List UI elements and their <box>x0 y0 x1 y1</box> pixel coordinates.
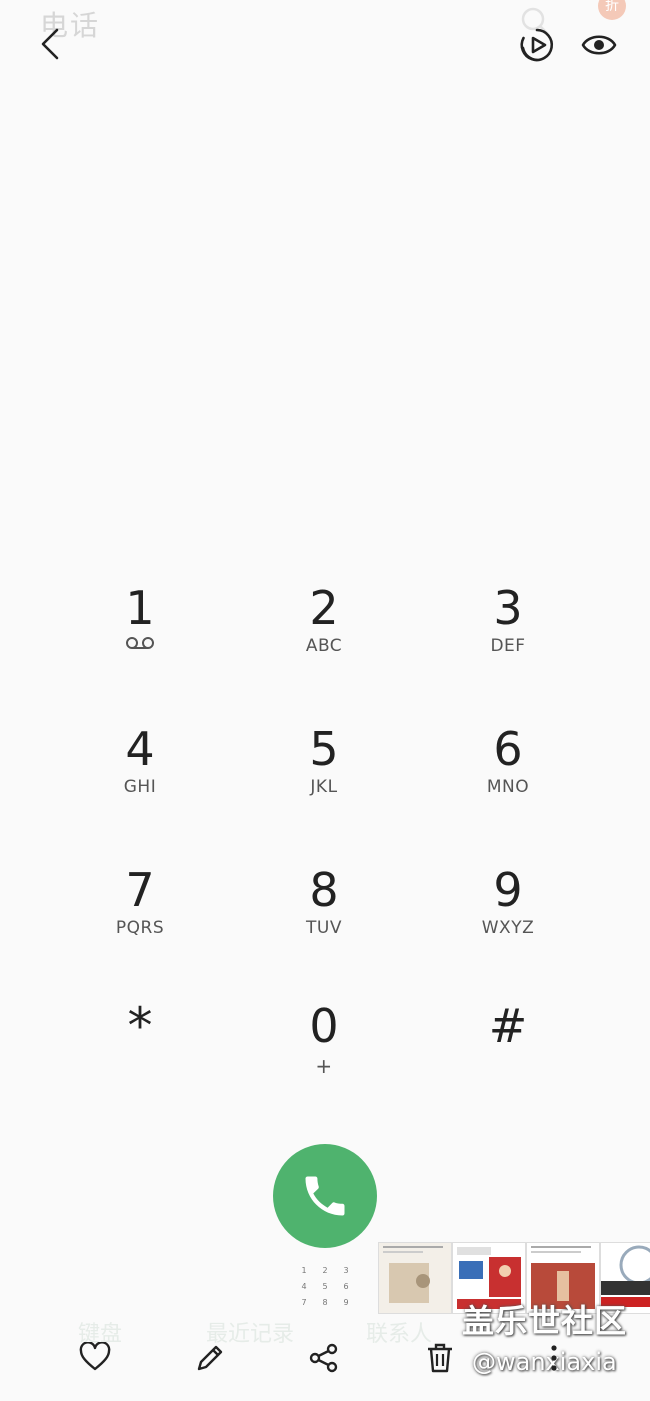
more-vertical-icon[interactable] <box>544 1342 564 1374</box>
key-letters: PQRS <box>115 918 165 938</box>
key-digit: 5 <box>309 722 339 776</box>
share-icon[interactable] <box>308 1342 340 1374</box>
key-0[interactable]: 0 + <box>232 1000 416 1120</box>
key-digit: 7 <box>125 863 155 917</box>
pencil-icon[interactable] <box>194 1342 226 1374</box>
key-4[interactable]: 4 GHI <box>48 723 232 843</box>
key-letters: ABC <box>305 636 343 656</box>
key-digit: 6 <box>493 722 523 776</box>
key-digit: 9 <box>493 863 523 917</box>
key-7[interactable]: 7 PQRS <box>48 864 232 984</box>
video-call-icon[interactable] <box>518 26 556 64</box>
call-button[interactable] <box>273 1144 377 1248</box>
key-letters: JKL <box>310 777 338 797</box>
mini-digit: 3 <box>343 1266 349 1275</box>
key-letters: GHI <box>123 777 157 797</box>
key-digit: 2 <box>309 581 339 635</box>
eye-icon[interactable] <box>580 28 618 62</box>
mini-digit: 8 <box>322 1298 328 1307</box>
key-digit: 8 <box>309 863 339 917</box>
key-digit: 3 <box>493 581 523 635</box>
key-5[interactable]: 5 JKL <box>232 723 416 843</box>
key-digit: 4 <box>125 722 155 776</box>
mini-digit: 4 <box>301 1282 307 1291</box>
key-2[interactable]: 2 ABC <box>232 582 416 702</box>
key-letters: TUV <box>306 918 342 938</box>
key-digit: 0 <box>309 999 339 1053</box>
trash-icon[interactable] <box>424 1342 456 1374</box>
key-6[interactable]: 6 MNO <box>416 723 600 843</box>
top-bar: 电话 折 <box>0 0 650 90</box>
key-digit: # <box>488 999 528 1053</box>
back-button[interactable] <box>36 26 70 62</box>
phone-icon <box>305 1176 345 1216</box>
mini-digit: 7 <box>301 1298 307 1307</box>
key-letters: MNO <box>486 777 530 797</box>
mini-digit: 1 <box>301 1266 307 1275</box>
key-8[interactable]: 8 TUV <box>232 864 416 984</box>
voicemail-icon <box>126 637 154 649</box>
key-9[interactable]: 9 WXYZ <box>416 864 600 984</box>
mini-digit: 6 <box>343 1282 349 1291</box>
bottom-action-bar <box>0 1334 650 1382</box>
ghost-badge: 折 <box>598 0 626 20</box>
key-letters: + <box>315 1054 333 1078</box>
heart-icon[interactable] <box>79 1342 111 1372</box>
key-digit: 1 <box>125 581 155 635</box>
key-digit: * <box>127 997 153 1055</box>
key-letters: DEF <box>490 636 526 656</box>
mini-keypad-toggle[interactable]: 1 2 3 4 5 6 7 8 9 <box>300 1266 350 1312</box>
key-1[interactable]: 1 <box>48 582 232 702</box>
thumbnail[interactable] <box>378 1242 452 1314</box>
key-3[interactable]: 3 DEF <box>416 582 600 702</box>
mini-digit: 2 <box>322 1266 328 1275</box>
mini-digit: 9 <box>343 1298 349 1307</box>
key-letters: WXYZ <box>481 918 535 938</box>
key-star[interactable]: * <box>48 1000 232 1120</box>
key-hash[interactable]: # <box>416 1000 600 1120</box>
mini-digit: 5 <box>322 1282 328 1291</box>
